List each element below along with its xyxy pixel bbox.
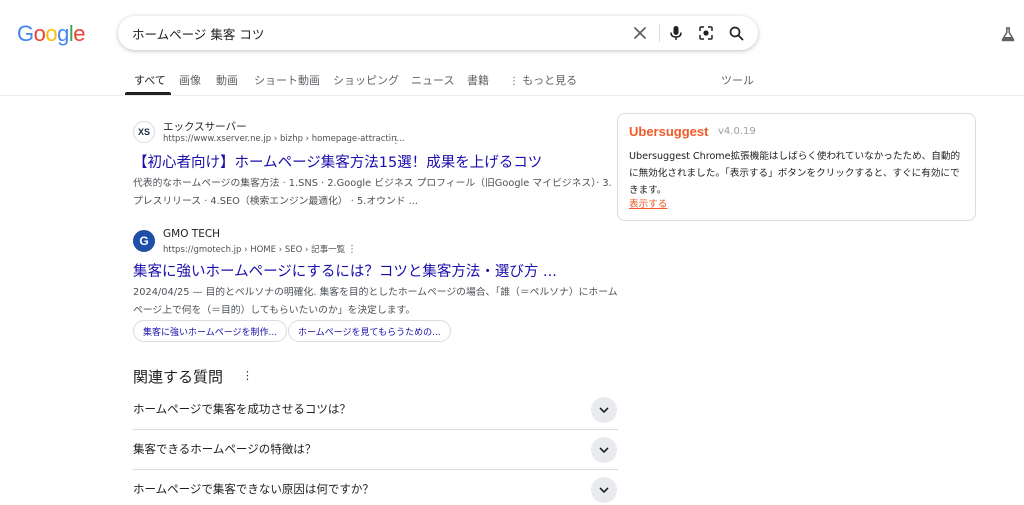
tab-all[interactable]: すべて: [134, 72, 166, 88]
favicon-text: XS: [137, 127, 150, 137]
site-favicon: XS: [133, 121, 155, 143]
chevron-down-icon[interactable]: [591, 477, 617, 503]
logo-letter: o: [45, 21, 58, 46]
active-tab-indicator: [125, 92, 171, 95]
question-text: 集客できるホームページの特徴は？: [133, 442, 317, 456]
chevron-down-icon[interactable]: [591, 437, 617, 463]
tab-images[interactable]: 画像: [179, 72, 201, 88]
mic-icon[interactable]: [664, 21, 688, 45]
site-url[interactable]: https://www.xserver.ne.jp › bizhp › home…: [163, 134, 405, 144]
related-questions-heading: 関連する質問: [133, 368, 224, 386]
extension-name: Ubersuggest: [629, 124, 709, 139]
result-title-link[interactable]: 集客に強いホームページにするには？コツと集客方法・選び方 ...: [133, 260, 557, 281]
logo-letter: o: [33, 21, 46, 46]
chevron-down-icon[interactable]: [591, 397, 617, 423]
site-name[interactable]: GMO TECH: [163, 228, 220, 240]
tab-news[interactable]: ニュース: [411, 72, 454, 88]
search-divider: [659, 24, 660, 42]
extension-card: Ubersuggest v4.0.19 Ubersuggest Chrome拡張…: [617, 113, 976, 221]
more-vert-icon: ⋮: [509, 76, 523, 87]
google-logo[interactable]: Google: [17, 21, 86, 47]
logo-letter: e: [73, 21, 86, 46]
sitelink-chip[interactable]: ホームページを見てもらうための...: [288, 320, 451, 342]
flask-icon[interactable]: [998, 24, 1018, 44]
site-favicon: G: [133, 230, 155, 252]
search-tabs: すべて 画像 動画 ショート動画 ショッピング ニュース 書籍 ⋮ もっと見る …: [0, 66, 1024, 96]
search-icon[interactable]: [724, 21, 748, 45]
logo-letter: G: [17, 21, 34, 46]
question-text: ホームページで集客を成功させるコツは？: [133, 402, 351, 416]
logo-letter: g: [57, 21, 69, 46]
more-options-icon[interactable]: ⋮: [391, 135, 401, 146]
question-text: ホームページで集客できない原因は何ですか？: [133, 482, 374, 496]
search-bar: ホームページ 集客 コツ: [118, 16, 758, 50]
more-options-icon[interactable]: ⋮: [242, 369, 253, 382]
result-snippet: 代表的なホームページの集客方法 · 1.SNS · 2.Google ビジネス …: [133, 178, 612, 207]
close-icon[interactable]: [628, 21, 652, 45]
result-snippet: 2024/04/25 — 目的とペルソナの明確化. 集客を目的としたホームページ…: [133, 287, 618, 316]
tab-more[interactable]: ⋮ もっと見る: [509, 72, 577, 88]
tools-button[interactable]: ツール: [721, 72, 754, 88]
sitelink-chip[interactable]: 集客に強いホームページを制作...: [133, 320, 288, 342]
extension-version: v4.0.19: [718, 126, 756, 137]
favicon-text: G: [139, 234, 149, 248]
tab-more-label: もっと見る: [522, 74, 578, 87]
lens-icon[interactable]: [694, 21, 718, 45]
show-extension-link[interactable]: 表示する: [629, 196, 667, 210]
related-question[interactable]: ホームページで集客を成功させるコツは？: [133, 391, 618, 430]
tab-short-videos[interactable]: ショート動画: [254, 72, 320, 88]
related-question[interactable]: ホームページで集客できない原因は何ですか？: [133, 471, 618, 505]
result-title-link[interactable]: 【初心者向け】ホームページ集客方法15選！成果を上げるコツ: [133, 151, 542, 172]
more-options-icon[interactable]: ⋮: [347, 244, 357, 255]
extension-message: Ubersuggest Chrome拡張機能はしばらく使われていなかったため、自…: [629, 151, 961, 196]
tab-videos[interactable]: 動画: [216, 72, 238, 88]
tab-books[interactable]: 書籍: [467, 72, 489, 88]
related-question[interactable]: 集客できるホームページの特徴は？: [133, 431, 618, 470]
search-input[interactable]: ホームページ 集客 コツ: [132, 24, 264, 43]
site-url[interactable]: https://gmotech.jp › HOME › SEO › 記事一覧: [163, 243, 345, 255]
site-name[interactable]: エックスサーバー: [163, 119, 247, 134]
tab-shopping[interactable]: ショッピング: [333, 72, 399, 88]
